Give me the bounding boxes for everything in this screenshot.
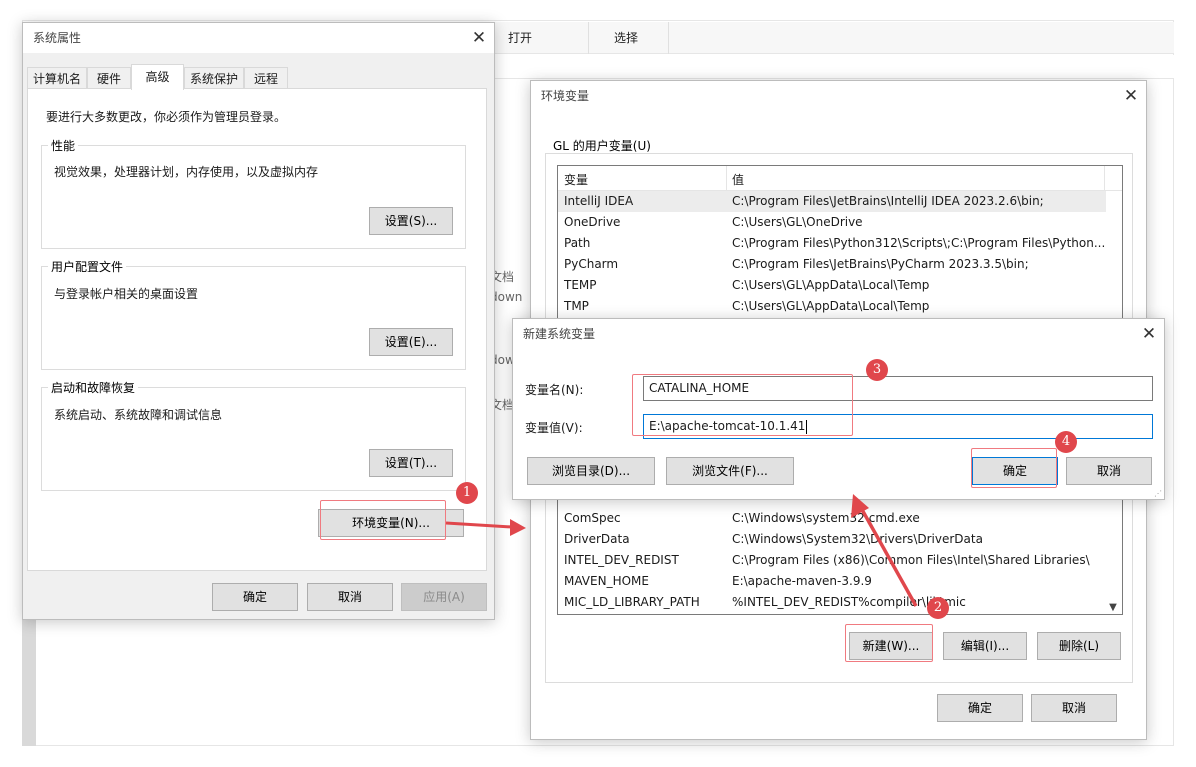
startup-recovery-desc: 系统启动、系统故障和调试信息 [54, 408, 223, 422]
system-variables-table[interactable]: ComSpec C:\Windows\system32\cmd.exe Drive… [557, 491, 1123, 615]
tab-hardware[interactable]: 硬件 [87, 67, 131, 89]
toolbar-divider [668, 22, 669, 54]
ok-button[interactable]: 确定 [212, 583, 298, 611]
background-toolbar: 打开 选择 [488, 22, 1174, 54]
column-header-value[interactable]: 值 [732, 171, 744, 188]
user-profile-settings-button[interactable]: 设置(E)... [369, 328, 453, 356]
browse-directory-button[interactable]: 浏览目录(D)... [527, 457, 655, 485]
startup-recovery-label: 启动和故障恢复 [48, 381, 139, 395]
step-badge-4: 4 [1055, 431, 1077, 453]
tab-system-protection[interactable]: 系统保护 [184, 67, 244, 89]
user-variables-table[interactable]: 变量 值 IntelliJ IDEA C:\Program Files\JetBr… [557, 165, 1123, 319]
user-profile-label: 用户配置文件 [48, 260, 127, 274]
step-badge-1: 1 [456, 482, 478, 504]
table-row[interactable]: DriverData C:\Windows\System32\Drivers\Dr… [558, 529, 1106, 550]
performance-settings-button[interactable]: 设置(S)... [369, 207, 453, 235]
table-header: 变量 值 [558, 166, 1122, 191]
tab-advanced[interactable]: 高级 [131, 64, 184, 90]
table-row[interactable]: MIC_LD_LIBRARY_PATH %INTEL_DEV_REDIST%com… [558, 592, 1106, 613]
cancel-button[interactable]: 取消 [1031, 694, 1117, 722]
variable-value-label: 变量值(V): [525, 421, 583, 435]
tab-remote[interactable]: 远程 [244, 67, 288, 89]
toolbar-open[interactable]: 打开 [508, 22, 532, 54]
close-icon[interactable]: ✕ [1134, 319, 1164, 349]
table-row[interactable]: ComSpec C:\Windows\system32\cmd.exe [558, 508, 1106, 529]
delete-variable-button[interactable]: 删除(L) [1037, 632, 1121, 660]
highlight-ok-button [971, 448, 1057, 488]
column-divider [726, 166, 727, 191]
browse-file-button[interactable]: 浏览文件(F)... [666, 457, 794, 485]
scroll-down-icon[interactable]: ▼ [1106, 602, 1120, 614]
resize-grip-icon[interactable]: ⋰ [1154, 489, 1164, 499]
close-icon[interactable]: ✕ [1116, 81, 1146, 111]
step-badge-2: 2 [927, 597, 949, 619]
table-row[interactable]: TEMP C:\Users\GL\AppData\Local\Temp [558, 275, 1106, 296]
user-profile-desc: 与登录帐户相关的桌面设置 [54, 287, 199, 301]
tab-computer-name[interactable]: 计算机名 [27, 67, 87, 89]
toolbar-select[interactable]: 选择 [614, 22, 638, 54]
cancel-button[interactable]: 取消 [1066, 457, 1152, 485]
startup-settings-button[interactable]: 设置(T)... [369, 449, 453, 477]
table-row[interactable]: PyCharm C:\Program Files\JetBrains\PyChar… [558, 254, 1106, 275]
ok-button[interactable]: 确定 [937, 694, 1023, 722]
step-badge-3: 3 [866, 359, 888, 381]
background-address-strip [488, 55, 1174, 79]
performance-group: 视觉效果，处理器计划，内存使用，以及虚拟内存 设置(S)... [41, 145, 466, 249]
dialog-title: 新建系统变量 [513, 319, 1164, 349]
table-row[interactable]: MAVEN_HOME E:\apache-maven-3.9.9 [558, 571, 1106, 592]
user-variables-label: GL 的用户变量(U) [550, 139, 654, 153]
variable-name-label: 变量名(N): [525, 383, 584, 397]
dialog-title: 系统属性 [23, 23, 494, 53]
highlight-env-button [320, 500, 446, 540]
edit-variable-button[interactable]: 编辑(I)... [943, 632, 1027, 660]
close-icon[interactable]: ✕ [464, 23, 494, 53]
table-row[interactable]: OneDrive C:\Users\GL\OneDrive [558, 212, 1106, 233]
admin-notice: 要进行大多数更改，你必须作为管理员登录。 [46, 110, 287, 124]
table-row[interactable]: Path C:\Program Files\Python312\Scripts\;… [558, 233, 1106, 254]
startup-recovery-group: 系统启动、系统故障和调试信息 设置(T)... [41, 387, 466, 491]
table-row[interactable]: IntelliJ IDEA C:\Program Files\JetBrains\… [558, 191, 1106, 212]
highlight-inputs [632, 374, 853, 436]
table-row[interactable]: INTEL_DEV_REDIST C:\Program Files (x86)\C… [558, 550, 1106, 571]
user-profile-group: 与登录帐户相关的桌面设置 设置(E)... [41, 266, 466, 370]
performance-desc: 视觉效果，处理器计划，内存使用，以及虚拟内存 [54, 165, 319, 179]
apply-button: 应用(A) [401, 583, 487, 611]
background-scroll-strip [22, 620, 36, 746]
table-row[interactable]: TMP C:\Users\GL\AppData\Local\Temp [558, 296, 1106, 317]
dialog-title: 环境变量 [531, 81, 1146, 111]
performance-label: 性能 [48, 139, 79, 153]
toolbar-divider [588, 22, 589, 54]
cancel-button[interactable]: 取消 [307, 583, 393, 611]
column-divider [1104, 166, 1105, 191]
highlight-new-button [845, 624, 933, 662]
tab-panel: 要进行大多数更改，你必须作为管理员登录。 视觉效果，处理器计划，内存使用，以及虚… [27, 88, 487, 571]
column-header-variable[interactable]: 变量 [564, 171, 588, 188]
